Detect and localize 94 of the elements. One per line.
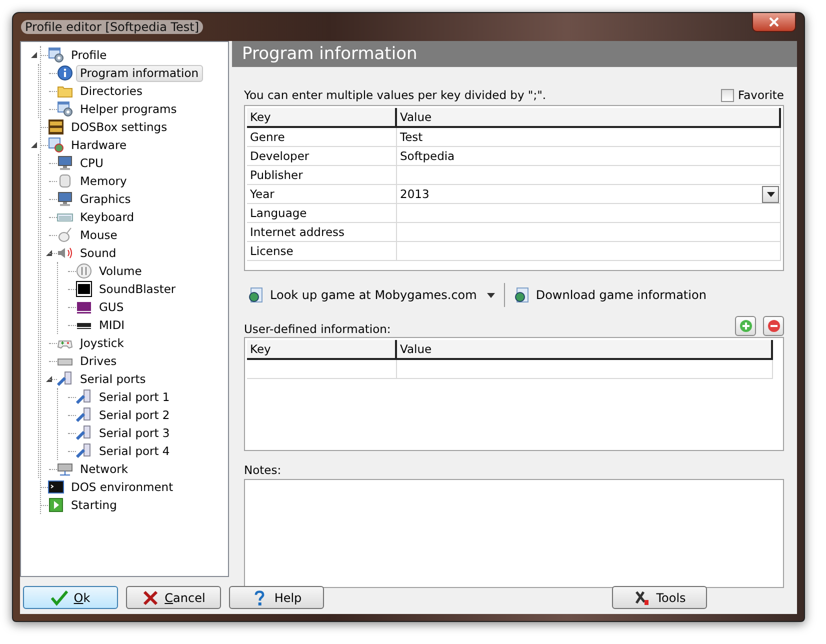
ok-button[interactable]: Ok — [23, 586, 118, 609]
hint-text: You can enter multiple values per key divided by ";". — [244, 88, 546, 102]
table-cell[interactable] — [397, 242, 781, 261]
gus-icon — [76, 299, 92, 315]
tree-item[interactable]: Serial port 3 — [95, 424, 174, 442]
cancel-button[interactable]: Cancel — [126, 586, 221, 609]
tree-item[interactable]: Joystick — [76, 334, 128, 352]
plug-icon — [76, 425, 92, 441]
monitor-icon — [57, 191, 73, 207]
cross-icon — [142, 590, 159, 606]
column-header[interactable]: Value — [397, 108, 781, 128]
tree-item[interactable]: Memory — [76, 172, 131, 190]
tree-item[interactable]: Volume — [95, 262, 146, 280]
table-cell[interactable] — [397, 204, 781, 223]
tree-item[interactable]: Keyboard — [76, 208, 138, 226]
plus-icon — [738, 319, 752, 333]
plug-icon — [57, 371, 73, 387]
tree-item[interactable]: Directories — [76, 82, 146, 100]
close-icon — [769, 17, 779, 27]
tree-item[interactable]: MIDI — [95, 316, 129, 334]
minus-icon — [766, 319, 780, 333]
close-button[interactable] — [752, 13, 796, 32]
tree-item[interactable]: Network — [76, 460, 132, 478]
column-header[interactable]: Key — [247, 108, 397, 128]
box-icon — [48, 119, 64, 135]
tree-item[interactable]: CPU — [76, 154, 108, 172]
hardware-icon — [48, 137, 64, 153]
tools-button[interactable]: Tools — [612, 586, 707, 609]
gear-window-icon — [57, 101, 73, 117]
tree-item[interactable]: Mouse — [76, 226, 122, 244]
cylinder-icon — [57, 173, 73, 189]
tree-item[interactable]: Profile — [67, 46, 111, 64]
table-cell: Year — [247, 185, 397, 204]
help-button[interactable]: Help — [229, 586, 324, 609]
tree-item[interactable]: DOS environment — [67, 478, 178, 496]
table-cell: Internet address — [247, 223, 397, 242]
tree-item[interactable]: Starting — [67, 496, 121, 514]
window-title: Profile editor [Softpedia Test] — [21, 20, 204, 34]
tree-item[interactable]: Graphics — [76, 190, 135, 208]
table-cell[interactable] — [397, 166, 781, 185]
table-cell: Publisher — [247, 166, 397, 185]
collapse-arrow-icon[interactable] — [30, 51, 38, 59]
plug-icon — [76, 389, 92, 405]
table-cell: Genre — [247, 128, 397, 147]
checkmark-icon — [50, 590, 68, 606]
table-cell[interactable] — [397, 223, 781, 242]
notes-field[interactable] — [244, 479, 784, 588]
tree-item[interactable]: Sound — [76, 244, 120, 262]
globe-page-icon — [514, 287, 530, 303]
plug-icon — [76, 407, 92, 423]
play-icon — [48, 497, 64, 513]
collapse-arrow-icon[interactable] — [30, 141, 38, 149]
notes-label: Notes: — [244, 463, 282, 477]
console-icon — [48, 479, 64, 495]
tree-item[interactable]: DOSBox settings — [67, 118, 172, 136]
favorite-checkbox[interactable] — [721, 88, 734, 102]
tools-icon — [633, 590, 650, 606]
tree-item[interactable]: Serial port 1 — [95, 388, 174, 406]
info-icon — [57, 65, 73, 81]
sb-icon — [76, 281, 92, 297]
tree-item[interactable]: Program information — [76, 64, 203, 82]
add-button[interactable] — [735, 316, 756, 336]
tree-item[interactable]: Hardware — [67, 136, 131, 154]
table-cell[interactable]: Softpedia — [397, 147, 781, 166]
dropdown-button[interactable] — [762, 186, 779, 202]
action-button[interactable]: Download game information — [510, 287, 710, 303]
tree-item[interactable]: SoundBlaster — [95, 280, 180, 298]
speaker-icon — [57, 245, 73, 261]
gear-window-icon — [48, 47, 64, 63]
table-cell[interactable]: Test — [397, 128, 781, 147]
panel-title: Program information — [232, 41, 797, 67]
monitor-icon — [57, 155, 73, 171]
tree-item[interactable]: Helper programs — [76, 100, 181, 118]
network-icon — [57, 461, 73, 477]
year-dropdown[interactable]: 2013 — [397, 185, 781, 204]
tree-item[interactable]: GUS — [95, 298, 128, 316]
table-cell: Language — [247, 204, 397, 223]
section-label: User-defined information: — [244, 322, 391, 336]
column-header[interactable]: Value — [397, 340, 773, 360]
action-button[interactable]: Look up game at Mobygames.com — [244, 287, 481, 303]
table-cell[interactable] — [397, 360, 773, 379]
remove-button[interactable] — [763, 316, 784, 336]
tree-item[interactable]: Serial port 2 — [95, 406, 174, 424]
column-header[interactable]: Key — [247, 340, 397, 360]
tree-item[interactable]: Drives — [76, 352, 121, 370]
globe-page-icon — [248, 287, 264, 303]
caret-icon — [766, 192, 774, 196]
table-cell: Developer — [247, 147, 397, 166]
favorite-label: Favorite — [738, 88, 784, 102]
tree-item[interactable]: Serial ports — [76, 370, 150, 388]
table-cell[interactable] — [247, 360, 397, 379]
tree-item[interactable]: Serial port 4 — [95, 442, 174, 460]
plug-icon — [76, 443, 92, 459]
table-cell: License — [247, 242, 397, 261]
